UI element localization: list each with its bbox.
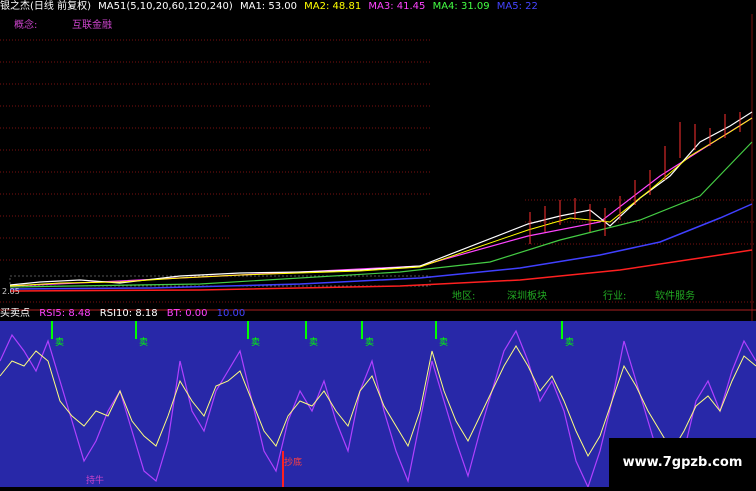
bottom-signal-label: 抄底 [284, 458, 303, 468]
region-label: 地区: [452, 291, 476, 302]
ma1-line [9, 111, 753, 286]
watermark: www.7gpzb.com [609, 438, 756, 487]
sell-signal-label: 卖 [309, 338, 319, 348]
region-value[interactable]: 深圳板块 [507, 287, 547, 302]
bt-value: BT: 0.00 [166, 308, 208, 319]
rsi5-value: RSI5: 8.48 [39, 308, 91, 319]
sell-signal-label: 卖 [439, 338, 449, 348]
ma2-line [9, 117, 753, 287]
sell-signal-label: 卖 [139, 338, 149, 348]
sell-signal-markers [51, 321, 563, 339]
indicator-header: 买卖点 RSI5: 8.48 RSI10: 8.18 BT: 0.00 10.0… [0, 308, 756, 320]
price-grid [0, 39, 756, 303]
ma5-line [9, 203, 753, 290]
rsi10-value: RSI10: 8.18 [99, 308, 158, 319]
price-tick-label: 2.05 [2, 287, 20, 296]
industry-value[interactable]: 软件服务 [655, 287, 695, 302]
sell-signal-label: 卖 [365, 338, 375, 348]
ma4-line [9, 141, 753, 288]
price-chart[interactable] [0, 0, 756, 321]
sell-signal-label: 卖 [251, 338, 261, 348]
extra-value: 10.00 [216, 308, 246, 319]
indicator-name[interactable]: 买卖点 [0, 308, 30, 319]
industry-label: 行业: [603, 291, 627, 302]
candles-rise [529, 112, 741, 244]
hold-signal-label: 持牛 [86, 476, 105, 486]
sell-signal-label: 卖 [565, 338, 575, 348]
sell-signal-label: 卖 [55, 338, 65, 348]
ma3-line [9, 117, 753, 287]
